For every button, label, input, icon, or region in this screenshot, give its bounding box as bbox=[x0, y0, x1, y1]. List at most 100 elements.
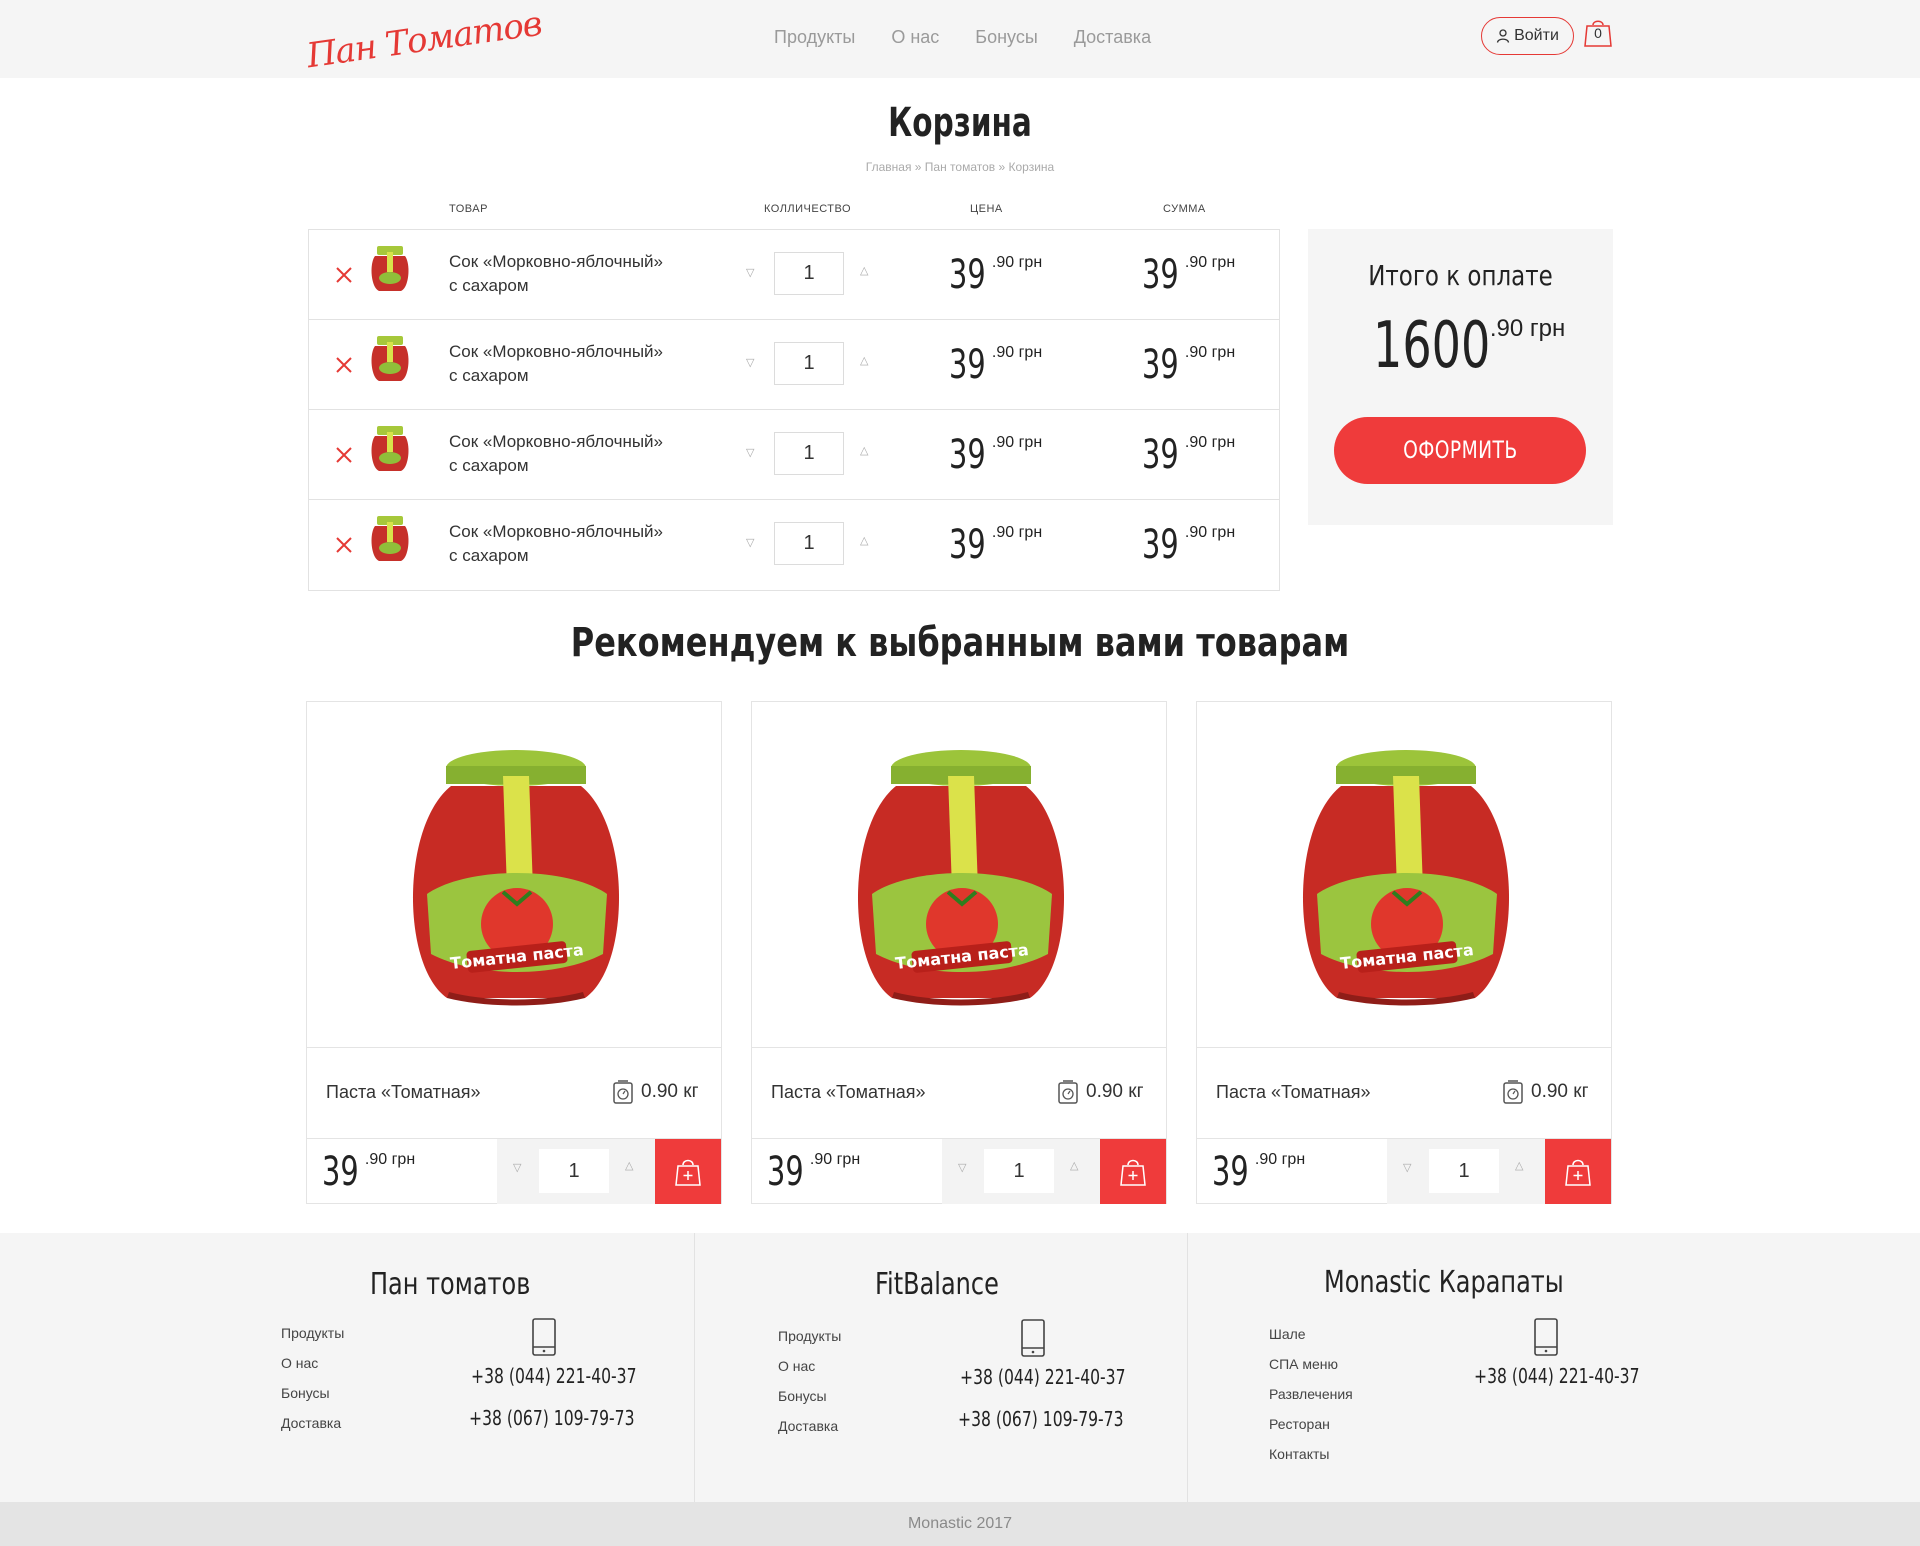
footer-phone[interactable]: +38 (044) 221-40-37 bbox=[1474, 1364, 1640, 1388]
product-image[interactable]: Томатна паста bbox=[752, 702, 1166, 1048]
chevron-up-icon[interactable]: △ bbox=[860, 354, 872, 367]
row-sum: 39.90 грн bbox=[1142, 432, 1236, 478]
chevron-down-icon[interactable]: ▽ bbox=[1403, 1161, 1411, 1174]
chevron-up-icon[interactable]: △ bbox=[860, 534, 872, 547]
cart-row: Сок «Морковно-яблочный» с сахаром ▽ 1 △ … bbox=[309, 230, 1279, 320]
footer-link[interactable]: Развлечения bbox=[1269, 1379, 1353, 1409]
column-header-price: ЦЕНА bbox=[970, 203, 1003, 215]
product-image[interactable]: Томатна паста bbox=[307, 702, 721, 1048]
cart-row: Сок «Морковно-яблочный» с сахаром ▽ 1 △ … bbox=[309, 500, 1279, 590]
footer-link[interactable]: О нас bbox=[281, 1348, 344, 1378]
footer-link[interactable]: Шале bbox=[1269, 1319, 1353, 1349]
footer-link[interactable]: Доставка bbox=[778, 1411, 841, 1441]
product-thumbnail bbox=[371, 516, 409, 561]
add-to-cart-button[interactable] bbox=[1100, 1139, 1166, 1204]
product-price: 39.90 грн bbox=[322, 1149, 416, 1195]
phone-icon bbox=[532, 1318, 556, 1356]
footer-link[interactable]: Бонусы bbox=[281, 1378, 344, 1408]
product-name[interactable]: Паста «Томатная» bbox=[326, 1082, 481, 1103]
cart-table: Сок «Морковно-яблочный» с сахаром ▽ 1 △ … bbox=[308, 229, 1280, 591]
product-name[interactable]: Сок «Морковно-яблочный» с сахаром bbox=[449, 340, 689, 388]
tomato-paste-jar-image: Томатна паста bbox=[857, 750, 1065, 1006]
chevron-up-icon[interactable]: △ bbox=[860, 444, 872, 457]
product-name[interactable]: Паста «Томатная» bbox=[771, 1082, 926, 1103]
footer-link[interactable]: О нас bbox=[778, 1351, 841, 1381]
add-to-cart-button[interactable] bbox=[1545, 1139, 1611, 1204]
remove-icon[interactable] bbox=[335, 446, 353, 464]
quantity-input[interactable]: 1 bbox=[774, 522, 844, 565]
footer-divider bbox=[694, 1233, 695, 1502]
chevron-up-icon[interactable]: △ bbox=[625, 1159, 633, 1172]
logo-text: Пан Томатов bbox=[304, 3, 544, 77]
quantity-stepper: ▽ 1 △ bbox=[942, 1139, 1100, 1204]
add-to-cart-icon bbox=[1565, 1159, 1591, 1186]
footer-phone[interactable]: +38 (044) 221-40-37 bbox=[471, 1364, 637, 1388]
product-name[interactable]: Сок «Морковно-яблочный» с сахаром bbox=[449, 520, 689, 568]
footer-phone[interactable]: +38 (067) 109-79-73 bbox=[469, 1406, 635, 1430]
quantity-stepper: ▽ 1 △ bbox=[1387, 1139, 1545, 1204]
chevron-down-icon[interactable]: ▽ bbox=[746, 446, 758, 459]
footer-phone[interactable]: +38 (044) 221-40-37 bbox=[960, 1365, 1126, 1389]
product-weight: 0.90 кг bbox=[641, 1081, 699, 1102]
unit-price: 39.90 грн bbox=[949, 522, 1043, 568]
footer-link[interactable]: Продукты bbox=[778, 1321, 841, 1351]
add-to-cart-icon bbox=[1120, 1159, 1146, 1186]
footer-link[interactable]: Бонусы bbox=[778, 1381, 841, 1411]
chevron-down-icon[interactable]: ▽ bbox=[746, 536, 758, 549]
cart-count: 0 bbox=[1594, 25, 1602, 41]
login-label: Войти bbox=[1514, 27, 1559, 44]
quantity-input[interactable]: 1 bbox=[774, 432, 844, 475]
add-to-cart-button[interactable] bbox=[655, 1139, 721, 1204]
chevron-down-icon[interactable]: ▽ bbox=[746, 266, 758, 279]
chevron-up-icon[interactable]: △ bbox=[1515, 1159, 1523, 1172]
cart-button[interactable]: 0 bbox=[1583, 17, 1613, 49]
footer-phone[interactable]: +38 (067) 109-79-73 bbox=[958, 1407, 1124, 1431]
card-purchase-bar: 39.90 грн ▽ 1 △ bbox=[752, 1138, 1166, 1204]
nav-item-products[interactable]: Продукты bbox=[774, 27, 855, 48]
remove-icon[interactable] bbox=[335, 356, 353, 374]
chevron-down-icon[interactable]: ▽ bbox=[746, 356, 758, 369]
login-button[interactable]: Войти bbox=[1481, 17, 1574, 55]
checkout-button[interactable]: ОФОРМИТЬ bbox=[1334, 417, 1586, 484]
weight-scale-icon bbox=[613, 1080, 633, 1104]
chevron-down-icon[interactable]: ▽ bbox=[513, 1161, 521, 1174]
nav-item-bonuses[interactable]: Бонусы bbox=[975, 27, 1038, 48]
chevron-up-icon[interactable]: △ bbox=[1070, 1159, 1078, 1172]
nav-item-about[interactable]: О нас bbox=[891, 27, 939, 48]
footer-brand-title: FitBalance bbox=[875, 1267, 999, 1302]
breadcrumb[interactable]: Главная » Пан томатов » Корзина bbox=[0, 160, 1920, 174]
product-card: Томатна паста Паста «Томатная» 0.90 кг 3… bbox=[1196, 701, 1612, 1204]
footer-link[interactable]: СПА меню bbox=[1269, 1349, 1353, 1379]
footer-links: Продукты О нас Бонусы Доставка bbox=[281, 1318, 344, 1438]
user-icon bbox=[1496, 29, 1510, 43]
cart-row: Сок «Морковно-яблочный» с сахаром ▽ 1 △ … bbox=[309, 410, 1279, 500]
product-name[interactable]: Сок «Морковно-яблочный» с сахаром bbox=[449, 250, 689, 298]
cart-row: Сок «Морковно-яблочный» с сахаром ▽ 1 △ … bbox=[309, 320, 1279, 410]
remove-icon[interactable] bbox=[335, 266, 353, 284]
remove-icon[interactable] bbox=[335, 536, 353, 554]
product-weight: 0.90 кг bbox=[1086, 1081, 1144, 1102]
quantity-input[interactable]: 1 bbox=[539, 1149, 609, 1193]
footer-link[interactable]: Контакты bbox=[1269, 1439, 1353, 1469]
quantity-input[interactable]: 1 bbox=[1429, 1149, 1499, 1193]
footer-link[interactable]: Доставка bbox=[281, 1408, 344, 1438]
quantity-input[interactable]: 1 bbox=[774, 342, 844, 385]
chevron-up-icon[interactable]: △ bbox=[860, 264, 872, 277]
product-name[interactable]: Паста «Томатная» bbox=[1216, 1082, 1371, 1103]
product-image[interactable]: Томатна паста bbox=[1197, 702, 1611, 1048]
quantity-input[interactable]: 1 bbox=[984, 1149, 1054, 1193]
footer-link[interactable]: Продукты bbox=[281, 1318, 344, 1348]
product-name[interactable]: Сок «Морковно-яблочный» с сахаром bbox=[449, 430, 689, 478]
column-header-quantity: КОЛЛИЧЕСТВО bbox=[764, 203, 852, 215]
nav-item-delivery[interactable]: Доставка bbox=[1074, 27, 1151, 48]
footer-link[interactable]: Ресторан bbox=[1269, 1409, 1353, 1439]
footer-links: Шале СПА меню Развлечения Ресторан Конта… bbox=[1269, 1319, 1353, 1469]
chevron-down-icon[interactable]: ▽ bbox=[958, 1161, 966, 1174]
logo[interactable]: Пан Томатов bbox=[304, 4, 544, 76]
quantity-input[interactable]: 1 bbox=[774, 252, 844, 295]
product-card: Томатна паста Паста «Томатная» 0.90 кг 3… bbox=[306, 701, 722, 1204]
tomato-paste-jar-image: Томатна паста bbox=[1302, 750, 1510, 1006]
unit-price: 39.90 грн bbox=[949, 342, 1043, 388]
total-amount: 1600.90 грн bbox=[1373, 309, 1566, 383]
site-header: Пан Томатов Продукты О нас Бонусы Достав… bbox=[0, 0, 1920, 78]
